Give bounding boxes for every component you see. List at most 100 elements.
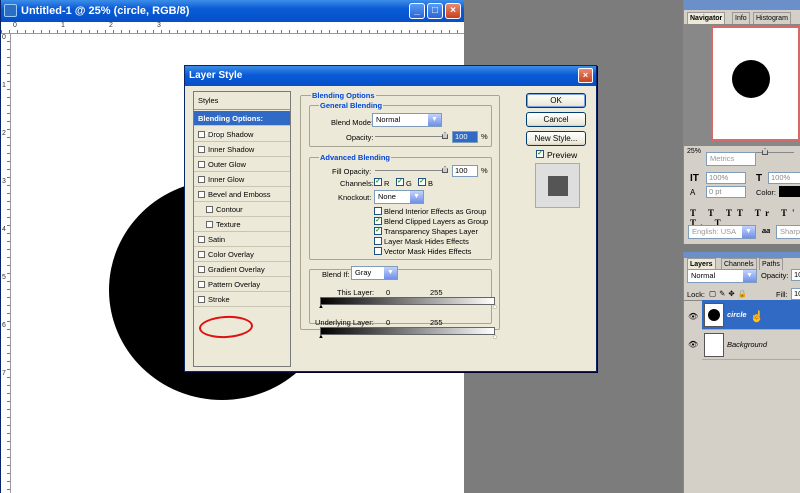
layer-row-circle[interactable]: circle ☝ bbox=[702, 300, 800, 330]
style-pattern-overlay[interactable]: Pattern Overlay bbox=[194, 277, 290, 292]
slider-triangle-icon[interactable]: ▲ bbox=[492, 304, 498, 310]
antialias-select[interactable]: Sharp bbox=[776, 225, 800, 239]
layer-style-dialog: Layer Style × Styles Blending Options: D… bbox=[184, 65, 597, 372]
style-color-overlay[interactable]: Color Overlay bbox=[194, 247, 290, 262]
style-texture[interactable]: Texture bbox=[194, 217, 290, 232]
transparency-shapes-checkbox[interactable]: ✓ bbox=[374, 227, 382, 235]
slider-triangle-icon[interactable]: ▲ bbox=[492, 334, 498, 340]
fill-opacity-slider[interactable] bbox=[375, 170, 447, 171]
document-titlebar[interactable]: Untitled-1 @ 25% (circle, RGB/8) _ □ × bbox=[1, 0, 464, 22]
navigator-zoom-knob[interactable] bbox=[762, 148, 768, 155]
slider-triangle-icon[interactable]: ▲ bbox=[318, 304, 324, 310]
panel-titlebar[interactable] bbox=[684, 0, 800, 10]
tab-histogram[interactable]: Histogram bbox=[753, 12, 791, 24]
antialias-icon: aa bbox=[762, 226, 771, 235]
channel-g-checkbox[interactable]: ✓ bbox=[396, 178, 404, 186]
blend-mode-select[interactable]: Normal ▼ bbox=[372, 113, 442, 127]
blend-clipped-checkbox[interactable]: ✓ bbox=[374, 217, 382, 225]
ok-button[interactable]: OK bbox=[526, 93, 586, 108]
opacity-percent: % bbox=[481, 132, 488, 141]
styles-header[interactable]: Styles bbox=[194, 92, 290, 110]
baseline-field[interactable]: 0 pt bbox=[706, 186, 746, 198]
this-layer-max: 255 bbox=[430, 288, 443, 297]
vector-mask-checkbox[interactable] bbox=[374, 247, 382, 255]
fill-opacity-field[interactable]: 100 bbox=[452, 165, 478, 177]
horizontal-scale-field[interactable]: 100% bbox=[768, 172, 800, 184]
blend-if-select[interactable]: Gray ▼ bbox=[351, 266, 398, 280]
preview-label: Preview bbox=[547, 150, 578, 160]
tab-paths[interactable]: Paths bbox=[759, 258, 783, 270]
channel-r-checkbox[interactable]: ✓ bbox=[374, 178, 382, 186]
style-checkbox[interactable] bbox=[198, 266, 205, 273]
cancel-button[interactable]: Cancel bbox=[526, 112, 586, 127]
channel-b-label: B bbox=[428, 179, 434, 188]
style-bevel-emboss[interactable]: Bevel and Emboss bbox=[194, 187, 290, 202]
style-checkbox[interactable] bbox=[198, 296, 205, 303]
style-inner-shadow[interactable]: Inner Shadow bbox=[194, 142, 290, 157]
chevron-down-icon: ▼ bbox=[384, 267, 397, 279]
slider-triangle-icon[interactable]: ▲ bbox=[318, 334, 324, 340]
underlying-layer-gradient[interactable] bbox=[320, 327, 495, 335]
style-checkbox[interactable] bbox=[198, 281, 205, 288]
blend-interior-label: Blend Interior Effects as Group bbox=[384, 207, 487, 216]
language-select[interactable]: English: USA ▼ bbox=[688, 225, 756, 239]
dialog-titlebar[interactable]: Layer Style bbox=[185, 66, 596, 86]
style-satin[interactable]: Satin bbox=[194, 232, 290, 247]
preview-checkbox[interactable]: ✓ bbox=[536, 150, 544, 158]
layer-opacity-field[interactable]: 10 bbox=[791, 269, 800, 281]
style-checkbox[interactable] bbox=[206, 221, 213, 228]
vertical-scale-field[interactable]: 100% bbox=[706, 172, 746, 184]
kerning-select[interactable]: Metrics bbox=[706, 152, 756, 166]
layer-name: Background bbox=[727, 340, 768, 349]
channel-b-checkbox[interactable]: ✓ bbox=[418, 178, 426, 186]
new-style-button[interactable]: New Style... bbox=[526, 131, 586, 146]
style-outer-glow[interactable]: Outer Glow bbox=[194, 157, 290, 172]
tab-info[interactable]: Info bbox=[732, 12, 750, 24]
style-checkbox[interactable] bbox=[198, 176, 205, 183]
blend-clipped-label: Blend Clipped Layers as Group bbox=[384, 217, 489, 226]
underlying-layer-max: 255 bbox=[430, 318, 443, 327]
channel-g-label: G bbox=[406, 179, 412, 188]
hand-cursor-icon: ☝ bbox=[750, 311, 764, 323]
style-checkbox[interactable] bbox=[198, 251, 205, 258]
style-checkbox[interactable] bbox=[198, 131, 205, 138]
knockout-select[interactable]: None ▼ bbox=[374, 190, 424, 204]
general-blending-heading: General Blending bbox=[319, 101, 384, 110]
layer-blend-mode-select[interactable]: Normal ▼ bbox=[687, 269, 757, 283]
dialog-close-button[interactable]: × bbox=[578, 68, 593, 83]
maximize-button[interactable]: □ bbox=[427, 3, 443, 19]
style-drop-shadow[interactable]: Drop Shadow bbox=[194, 127, 290, 142]
eye-icon[interactable]: 👁 bbox=[688, 340, 698, 349]
document-title: Untitled-1 @ 25% (circle, RGB/8) bbox=[21, 5, 190, 17]
blend-mode-label: Blend Mode: bbox=[331, 118, 374, 127]
style-blending-options[interactable]: Blending Options: Default bbox=[194, 111, 290, 138]
style-contour[interactable]: Contour bbox=[194, 202, 290, 217]
opacity-field[interactable]: 100 bbox=[452, 131, 478, 143]
ruler-vertical: 0 1 2 3 4 5 6 7 bbox=[1, 34, 11, 493]
style-checkbox[interactable] bbox=[198, 191, 205, 198]
style-gradient-overlay[interactable]: Gradient Overlay bbox=[194, 262, 290, 277]
color-swatch[interactable] bbox=[779, 186, 800, 197]
style-inner-glow[interactable]: Inner Glow bbox=[194, 172, 290, 187]
minimize-button[interactable]: _ bbox=[409, 3, 425, 19]
eye-icon[interactable]: 👁 bbox=[688, 312, 698, 321]
style-checkbox[interactable] bbox=[206, 206, 213, 213]
layer-thumbnail bbox=[704, 333, 724, 357]
layer-row-background[interactable]: Background bbox=[702, 330, 800, 360]
opacity-slider[interactable] bbox=[375, 136, 447, 137]
blend-interior-checkbox[interactable] bbox=[374, 207, 382, 215]
style-checkbox[interactable] bbox=[198, 146, 205, 153]
this-layer-gradient[interactable] bbox=[320, 297, 495, 305]
fill-field[interactable]: 10 bbox=[791, 288, 800, 300]
layer-mask-checkbox[interactable] bbox=[374, 237, 382, 245]
tab-navigator[interactable]: Navigator bbox=[687, 12, 726, 24]
navigator-zoom[interactable]: 25% bbox=[687, 148, 701, 155]
style-checkbox[interactable] bbox=[198, 236, 205, 243]
style-checkbox[interactable] bbox=[198, 161, 205, 168]
style-stroke[interactable]: Stroke bbox=[194, 292, 290, 307]
baseline-icon: A bbox=[690, 188, 696, 197]
lock-icons[interactable]: ▢✎✥🔒 bbox=[709, 289, 750, 298]
this-layer-min: 0 bbox=[386, 288, 391, 297]
close-button[interactable]: × bbox=[445, 3, 461, 19]
blend-if-label: Blend If: bbox=[322, 270, 350, 279]
